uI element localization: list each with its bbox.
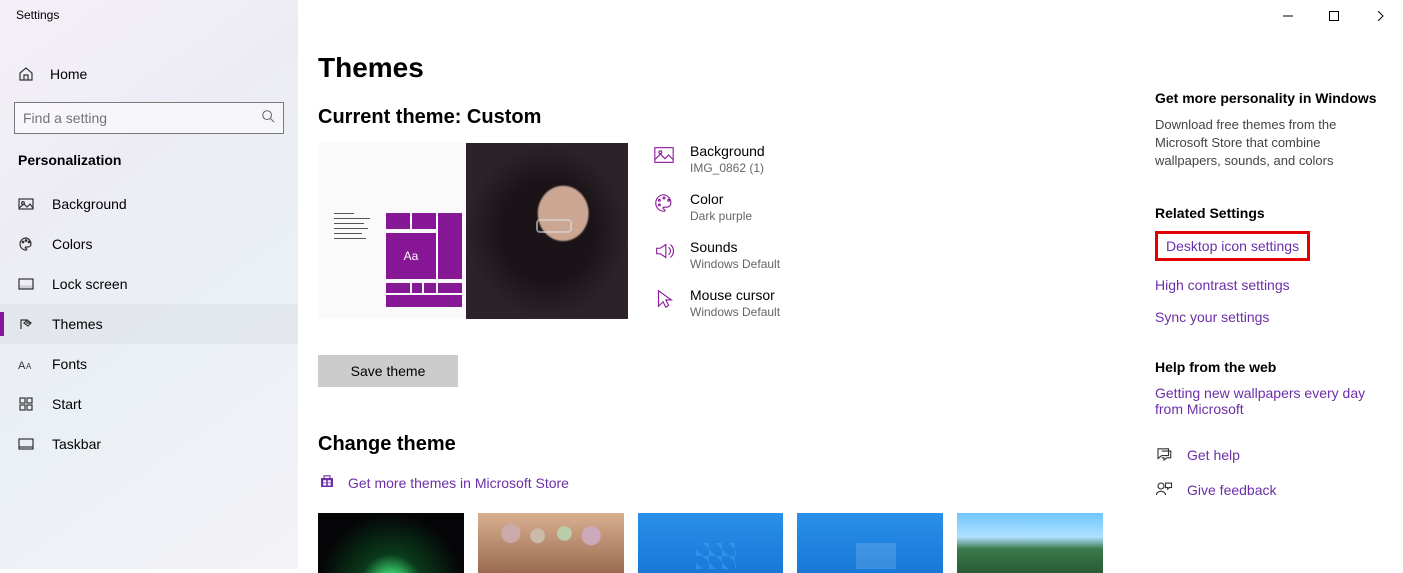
- cursor-icon: [652, 287, 676, 311]
- prop-label: Color: [690, 191, 752, 207]
- home-label: Home: [50, 66, 87, 82]
- store-link-label: Get more themes in Microsoft Store: [348, 475, 569, 491]
- sidebar-item-label: Colors: [52, 236, 92, 252]
- prop-label: Mouse cursor: [690, 287, 780, 303]
- palette-icon: [652, 191, 676, 215]
- main-content: Themes Current theme: Custom Aa Backgrou…: [318, 40, 1123, 569]
- sidebar-item-label: Fonts: [52, 356, 87, 372]
- search-input[interactable]: [23, 110, 261, 126]
- desktop-icon-settings-link[interactable]: Desktop icon settings: [1155, 231, 1310, 261]
- high-contrast-link[interactable]: High contrast settings: [1155, 277, 1385, 293]
- related-settings-heading: Related Settings: [1155, 205, 1385, 221]
- feedback-icon: [1155, 480, 1173, 501]
- next-button[interactable]: [1357, 0, 1403, 32]
- current-theme-heading: Current theme: Custom: [318, 106, 1103, 129]
- personality-desc: Download free themes from the Microsoft …: [1155, 116, 1385, 171]
- category-label: Personalization: [0, 142, 298, 178]
- theme-cursor-row[interactable]: Mouse cursor Windows Default: [652, 287, 1103, 319]
- theme-thumb[interactable]: [478, 513, 624, 573]
- chat-icon: [1155, 445, 1173, 466]
- prop-value: Windows Default: [690, 305, 780, 319]
- sidebar-item-label: Lock screen: [52, 276, 127, 292]
- sound-icon: [652, 239, 676, 263]
- search-box[interactable]: [14, 102, 284, 134]
- sidebar-item-colors[interactable]: Colors: [0, 224, 298, 264]
- lock-screen-icon: [18, 276, 34, 292]
- fonts-icon: AA: [18, 357, 34, 371]
- sidebar-item-start[interactable]: Start: [0, 384, 298, 424]
- right-rail: Get more personality in Windows Download…: [1155, 90, 1385, 515]
- theme-thumb[interactable]: [957, 513, 1103, 573]
- preview-aa: Aa: [386, 233, 436, 279]
- theme-thumb[interactable]: [638, 513, 784, 573]
- give-feedback-label: Give feedback: [1187, 482, 1277, 498]
- theme-color-row[interactable]: Color Dark purple: [652, 191, 1103, 223]
- get-help-label: Get help: [1187, 447, 1240, 463]
- sidebar-item-fonts[interactable]: AA Fonts: [0, 344, 298, 384]
- prop-label: Sounds: [690, 239, 780, 255]
- theme-thumb[interactable]: [318, 513, 464, 573]
- store-link[interactable]: Get more themes in Microsoft Store: [318, 472, 1103, 493]
- home-icon: [18, 66, 34, 82]
- start-icon: [18, 396, 34, 412]
- give-feedback-link[interactable]: Give feedback: [1155, 480, 1385, 501]
- taskbar-icon: [18, 436, 34, 452]
- theme-sounds-row[interactable]: Sounds Windows Default: [652, 239, 1103, 271]
- theme-thumb[interactable]: [797, 513, 943, 573]
- sidebar-item-label: Background: [52, 196, 127, 212]
- page-title: Themes: [318, 52, 1103, 84]
- svg-text:A: A: [26, 362, 32, 371]
- sidebar-item-background[interactable]: Background: [0, 184, 298, 224]
- change-theme-heading: Change theme: [318, 433, 1103, 456]
- app-title: Settings: [16, 8, 59, 22]
- theme-thumbnails: [318, 513, 1103, 573]
- sidebar: Settings Home Personalization Background…: [0, 0, 298, 569]
- get-help-link[interactable]: Get help: [1155, 445, 1385, 466]
- theme-preview[interactable]: Aa: [318, 143, 628, 319]
- sidebar-item-label: Taskbar: [52, 436, 101, 452]
- personality-heading: Get more personality in Windows: [1155, 90, 1385, 106]
- search-icon: [261, 109, 275, 128]
- minimize-button[interactable]: [1265, 0, 1311, 32]
- sidebar-item-lock-screen[interactable]: Lock screen: [0, 264, 298, 304]
- picture-icon: [652, 143, 676, 167]
- palette-icon: [18, 236, 34, 252]
- prop-value: Windows Default: [690, 257, 780, 271]
- prop-value: Dark purple: [690, 209, 752, 223]
- maximize-button[interactable]: [1311, 0, 1357, 32]
- home-nav[interactable]: Home: [0, 56, 298, 92]
- sidebar-item-label: Themes: [52, 316, 103, 332]
- window-controls: [1265, 0, 1403, 32]
- theme-background-row[interactable]: Background IMG_0862 (1): [652, 143, 1103, 175]
- help-wallpapers-link[interactable]: Getting new wallpapers every day from Mi…: [1155, 385, 1385, 417]
- sidebar-item-themes[interactable]: Themes: [0, 304, 298, 344]
- themes-icon: [18, 316, 34, 332]
- sidebar-item-label: Start: [52, 396, 82, 412]
- sync-settings-link[interactable]: Sync your settings: [1155, 309, 1385, 325]
- help-heading: Help from the web: [1155, 359, 1385, 375]
- picture-icon: [18, 196, 34, 212]
- prop-value: IMG_0862 (1): [690, 161, 765, 175]
- sidebar-item-taskbar[interactable]: Taskbar: [0, 424, 298, 464]
- prop-label: Background: [690, 143, 765, 159]
- store-icon: [318, 472, 336, 493]
- save-theme-button[interactable]: Save theme: [318, 355, 458, 387]
- svg-text:A: A: [18, 360, 26, 371]
